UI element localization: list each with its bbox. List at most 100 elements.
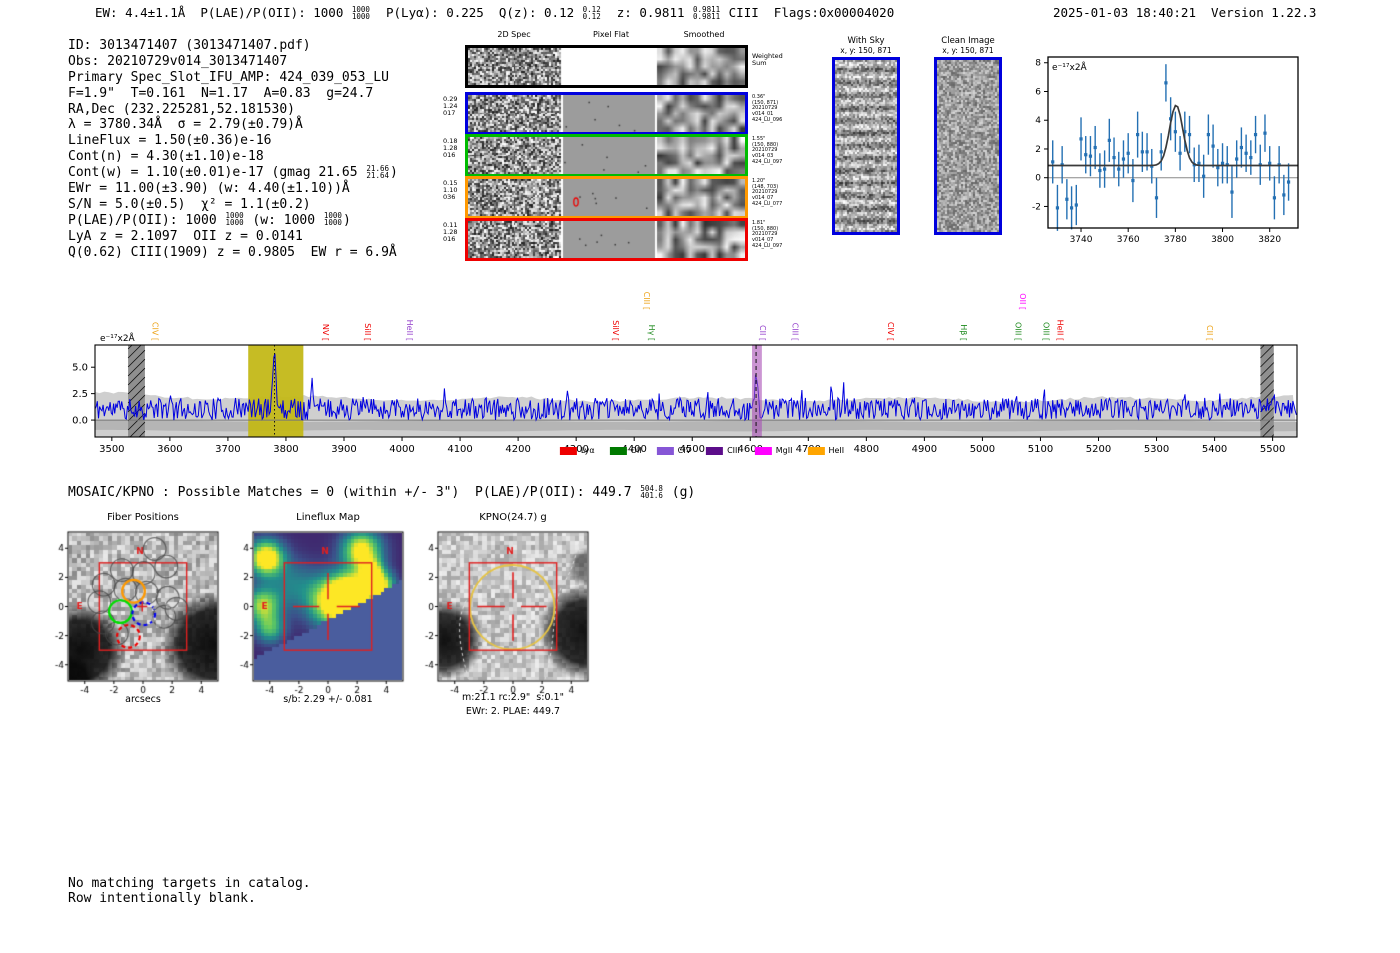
cutout-row-3-right-labels: 1.20" (148, 703) 20210729 v014_07 424_LU_077 [752, 178, 783, 207]
info-line-2: Primary Spec_Slot_IFU_AMP: 424_039_053_L… [68, 69, 389, 85]
svg-text:5.0: 5.0 [72, 363, 88, 374]
kpno-g-plot [416, 515, 596, 700]
svg-text:4000: 4000 [389, 444, 414, 455]
kpno-g-caption-2: EWr: 2. PLAE: 449.7 [465, 706, 561, 717]
stacked-fraction: 1000 1000 [323, 211, 342, 228]
stacked-fraction: 504.8 401.6 [640, 483, 663, 500]
svg-text:4900: 4900 [912, 444, 937, 455]
svg-text:5200: 5200 [1086, 444, 1111, 455]
elixer-report-page: EW: 4.4±1.1Å P(LAE)/P(OII): 1000 1000 100… [0, 0, 1400, 953]
svg-text:3500: 3500 [99, 444, 124, 455]
cutout-row-0-images [468, 48, 745, 85]
svg-text:2.5: 2.5 [72, 389, 88, 400]
stacked-fraction: 1000 1000 [351, 4, 370, 21]
svg-text:4800: 4800 [854, 444, 879, 455]
cutout-row-1-right-labels: 0.36" (150, 871) 20210729 v014_01 424_LU_096 [752, 94, 783, 123]
svg-text:2: 2 [1035, 145, 1041, 155]
legend-item-OII: OII [609, 446, 642, 455]
cutout-row-4-left-labels: 0.11 1.28 016 [443, 221, 458, 244]
svg-text:3800: 3800 [273, 444, 298, 455]
svg-text:5500: 5500 [1260, 444, 1285, 455]
svg-text:Hβ [: Hβ [ [959, 324, 968, 341]
svg-text:e⁻¹⁷x2Å: e⁻¹⁷x2Å [100, 332, 136, 344]
svg-text:CIV [: CIV [ [886, 322, 895, 341]
column-header-2d-spec: 2D Spec [497, 30, 531, 39]
svg-text:4100: 4100 [447, 444, 472, 455]
cutout-row-2-left-labels: 0.18 1.28 016 [443, 137, 458, 160]
svg-text:CIII [: CIII [ [642, 292, 651, 310]
svg-text:Hγ [: Hγ [ [647, 325, 656, 341]
stacked-fraction: 21.66 21.64 [366, 163, 389, 180]
legend-item-CIV: CIV [656, 446, 691, 455]
cutout-row-4 [465, 218, 748, 261]
info-line-4: RA,Dec (232.225281,52.181530) [68, 101, 295, 117]
legend-swatch [609, 446, 627, 455]
svg-text:HeII [: HeII [ [405, 320, 414, 341]
legend-label: CIII [727, 446, 740, 455]
cutout-row-0 [465, 45, 748, 88]
cutout-row-3 [465, 176, 748, 219]
with-sky-title: With Sky [847, 36, 885, 46]
svg-text:HeII [: HeII [ [1055, 320, 1064, 341]
kpno-g-caption-1: m:21.1 rc:2.9" s:0.1" [462, 692, 564, 703]
svg-text:e⁻¹⁷x2Å: e⁻¹⁷x2Å [1052, 61, 1088, 73]
legend-swatch [807, 446, 825, 455]
lineflux-map-caption: s/b: 2.29 +/- 0.081 [283, 694, 373, 705]
svg-text:5000: 5000 [970, 444, 995, 455]
svg-text:-2: -2 [1032, 202, 1041, 212]
clean-image-coords: x, y: 150, 871 [942, 46, 994, 55]
column-header-pixel-flat: Pixel Flat [593, 30, 629, 39]
svg-text:CII [: CII [ [1205, 325, 1214, 341]
cutout-row-0-right-labels: Weighted Sum [752, 52, 783, 68]
info-line-0: ID: 3013471407 (3013471407.pdf) [68, 38, 311, 53]
legend-swatch [706, 446, 724, 455]
svg-text:4200: 4200 [505, 444, 530, 455]
svg-text:CIII [: CIII [ [791, 323, 800, 341]
fiber-positions-plot [46, 515, 226, 700]
svg-text:NV [: NV [ [321, 324, 330, 341]
legend-label: MgII [775, 446, 793, 455]
catalog-match-note: No matching targets in catalog. Row inte… [68, 876, 311, 906]
report-summary-header: EW: 4.4±1.1Å P(LAE)/P(OII): 1000 1000 100… [95, 4, 895, 21]
stacked-fraction: 0.12 0.12 [582, 4, 601, 21]
legend-item-Lyα: Lyα [559, 446, 595, 455]
stacked-fraction: 0.9811 0.9811 [693, 4, 721, 21]
clean-image-title: Clean Image [941, 36, 995, 46]
svg-text:3800: 3800 [1211, 235, 1234, 245]
info-line-3: F=1.9" T=0.161 N=1.17 A=0.83 g=24.7 [68, 85, 374, 101]
cutout-row-4-images [468, 221, 745, 258]
svg-text:3700: 3700 [215, 444, 240, 455]
svg-text:SiIV [: SiIV [ [611, 320, 620, 341]
svg-text:OIII [: OIII [ [1014, 322, 1023, 341]
svg-text:4: 4 [1035, 116, 1041, 126]
cutout-row-3-left-labels: 0.15 1.10 036 [443, 179, 458, 202]
line-fit-zoom-plot: 8 6 4 2 0 -2 3740 3760 3780 3800 3820 e⁻¹⁷x2Å [1032, 56, 1299, 245]
cutout-row-1-images [468, 95, 745, 132]
legend-item-CIII: CIII [706, 446, 740, 455]
spectrum-line-legend: Lyα OII CIV CIII MgII HeII [559, 446, 844, 455]
with-sky-image [835, 60, 897, 232]
svg-text:3900: 3900 [331, 444, 356, 455]
cutout-row-2-right-labels: 1.55" (150, 880) 20210729 v014_03 424_LU_097 [752, 136, 783, 165]
lineflux-map-plot [231, 515, 411, 700]
info-line-9: EWr = 11.00(±3.90) (w: 4.40(±1.10))Å [68, 181, 350, 197]
cutout-row-2-images [468, 137, 745, 174]
full-spectrum-plot: 5.0 2.5 0.0 3500 3600 3700 3800 3900 4000 4100 420… [72, 292, 1298, 455]
report-datetime-version: 2025-01-03 18:40:21 Version 1.22.3 [1053, 5, 1317, 20]
catalog-match-line-1: No matching targets in catalog. [68, 876, 311, 891]
column-header-smoothed: Smoothed [683, 30, 725, 39]
info-line-6: LineFlux = 1.50(±0.36)e-16 [68, 133, 272, 149]
info-line-8: Cont(w) = 1.10(±0.01)e-17 (gmag 21.65 21… [68, 163, 398, 181]
with-sky-image-frame [832, 57, 900, 235]
legend-label: OII [630, 446, 642, 455]
info-line-12: LyA z = 2.1097 OII z = 0.0141 [68, 228, 303, 244]
svg-text:3820: 3820 [1258, 235, 1281, 245]
svg-text:5300: 5300 [1144, 444, 1169, 455]
clean-image [937, 60, 999, 232]
detection-info-block: ID: 3013471407 (3013471407.pdf) Obs: 2021… [68, 38, 398, 260]
cutout-row-3-images [468, 179, 745, 216]
cutout-row-1 [465, 92, 748, 135]
svg-text:0: 0 [1035, 174, 1041, 184]
cutout-row-1-left-labels: 0.29 1.24 017 [443, 95, 458, 118]
svg-text:3780: 3780 [1164, 235, 1187, 245]
